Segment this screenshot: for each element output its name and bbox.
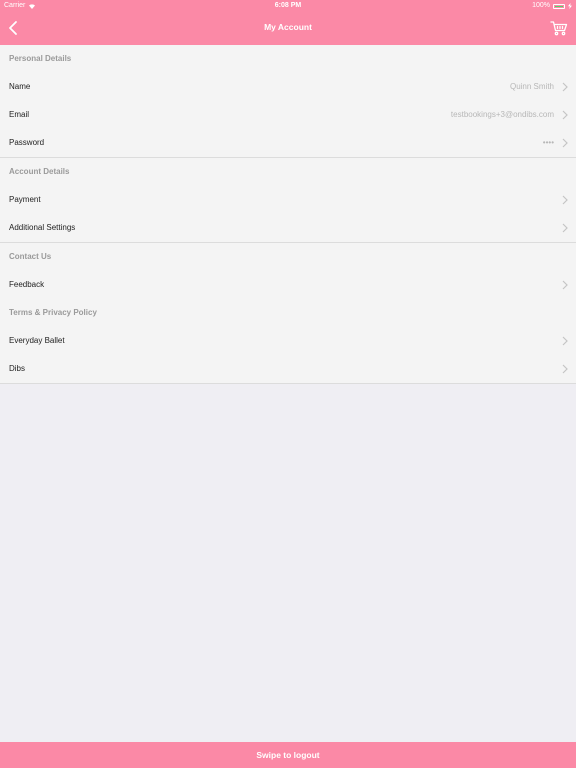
- everyday-ballet-label: Everyday Ballet: [9, 336, 65, 345]
- section-title-contact: Contact Us: [9, 252, 52, 261]
- password-label: Password: [9, 138, 45, 147]
- status-right: 100%: [532, 0, 572, 12]
- password-row[interactable]: Password ••••: [0, 129, 576, 157]
- email-value: testbookings+3@ondibs.com: [450, 110, 554, 119]
- chevron-right-icon: [562, 336, 568, 346]
- everyday-ballet-row[interactable]: Everyday Ballet: [0, 327, 576, 355]
- payment-label: Payment: [9, 195, 41, 204]
- page-title: My Account: [264, 22, 312, 32]
- feedback-label: Feedback: [9, 280, 45, 289]
- charging-icon: [568, 3, 572, 9]
- status-time: 6:08 PM: [274, 2, 302, 9]
- section-title-personal: Personal Details: [9, 54, 72, 63]
- name-label: Name: [9, 82, 31, 91]
- chevron-right-icon: [562, 364, 568, 374]
- chevron-right-icon: [562, 82, 568, 92]
- nav-header: Carrier 6:08 PM 100% My Account: [0, 0, 576, 45]
- battery-icon: [553, 3, 565, 9]
- payment-row[interactable]: Payment: [0, 186, 576, 214]
- swipe-to-logout-button[interactable]: Swipe to logout: [0, 742, 576, 768]
- dibs-row[interactable]: Dibs: [0, 355, 576, 383]
- section-title-terms: Terms & Privacy Policy: [9, 308, 97, 317]
- cart-button[interactable]: [550, 20, 568, 36]
- chevron-right-icon: [562, 223, 568, 233]
- chevron-right-icon: [562, 138, 568, 148]
- additional-settings-row[interactable]: Additional Settings: [0, 214, 576, 242]
- email-row[interactable]: Email testbookings+3@ondibs.com: [0, 101, 576, 129]
- email-label: Email: [9, 110, 30, 119]
- dibs-label: Dibs: [9, 364, 26, 373]
- battery-percent: 100%: [532, 2, 550, 9]
- chevron-right-icon: [562, 195, 568, 205]
- password-value: ••••: [542, 138, 554, 147]
- chevron-right-icon: [562, 280, 568, 290]
- account-settings-list: Personal Details Name Quinn Smith Email …: [0, 45, 576, 384]
- status-bar: Carrier 6:08 PM 100%: [0, 0, 576, 12]
- name-value: Quinn Smith: [509, 82, 554, 91]
- feedback-row[interactable]: Feedback: [0, 271, 576, 299]
- cart-icon: [550, 21, 568, 36]
- additional-settings-label: Additional Settings: [9, 223, 76, 232]
- chevron-right-icon: [562, 110, 568, 120]
- section-title-account: Account Details: [9, 167, 70, 176]
- name-row[interactable]: Name Quinn Smith: [0, 73, 576, 101]
